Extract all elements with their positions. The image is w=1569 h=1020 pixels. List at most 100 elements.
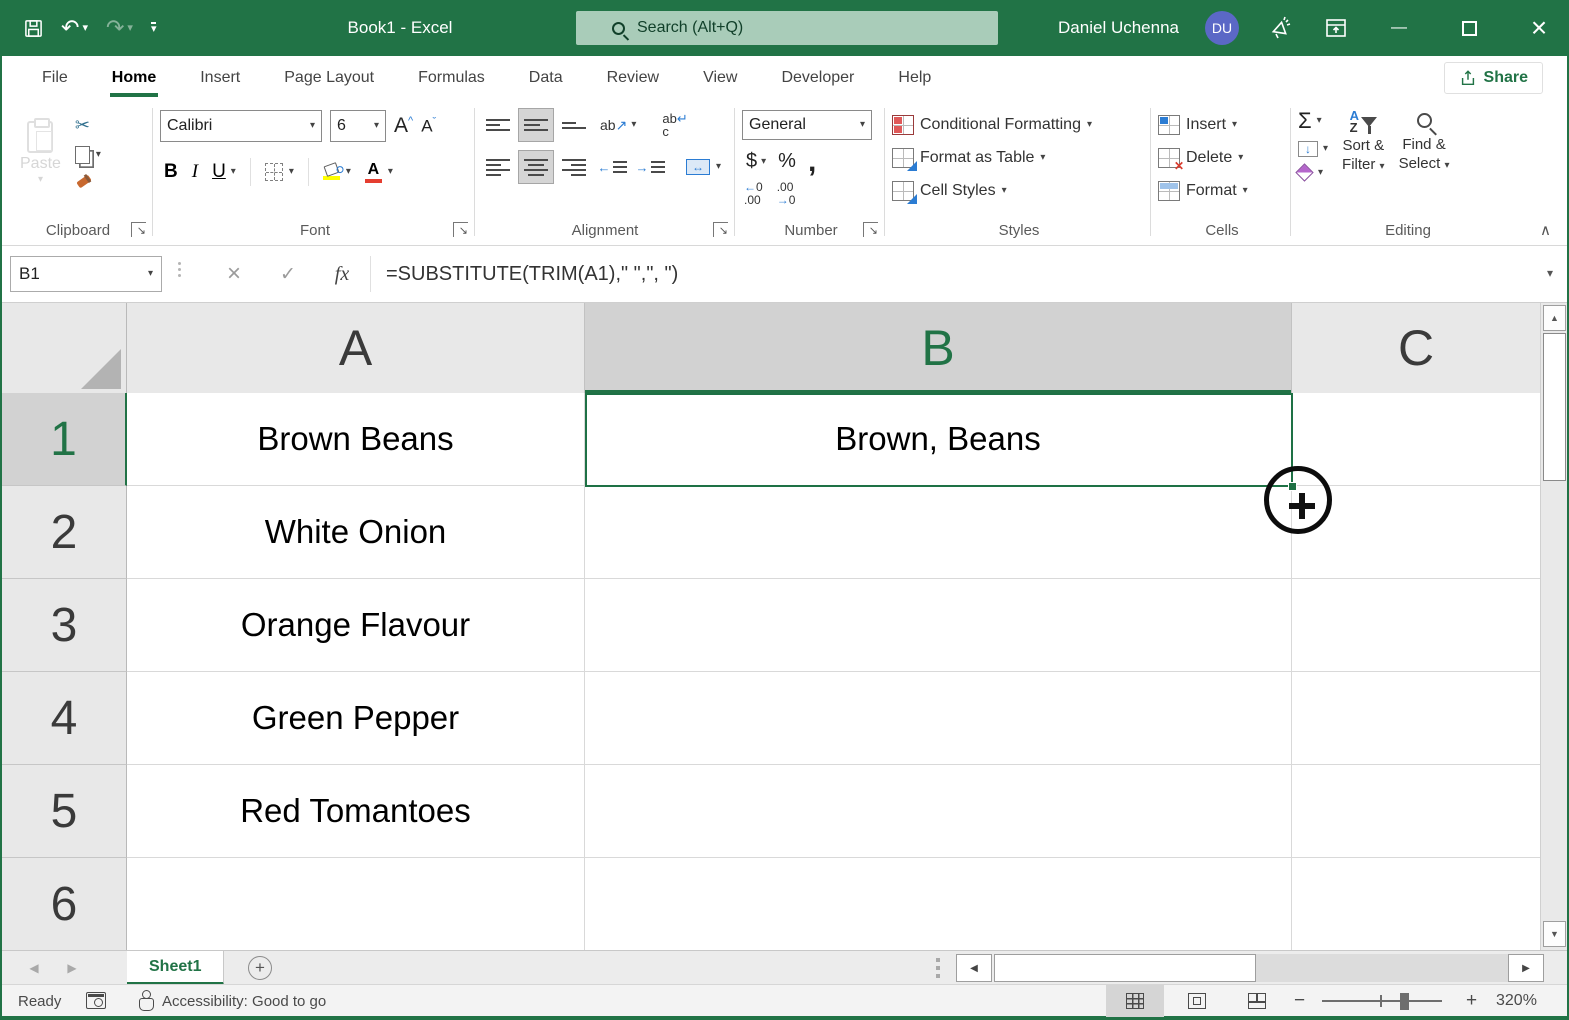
borders-button[interactable]: ▾ <box>265 163 294 181</box>
row-header-6[interactable]: 6 <box>2 858 127 950</box>
tab-file[interactable]: File <box>20 56 90 100</box>
fill-button[interactable]: ↓▾ <box>1298 141 1328 157</box>
font-dialog-launcher[interactable]: ↘ <box>453 222 468 237</box>
percent-style-button[interactable]: % <box>778 150 796 173</box>
underline-button[interactable]: U ▾ <box>212 161 236 183</box>
zoom-slider-thumb[interactable] <box>1400 993 1409 1010</box>
formula-bar-splitter[interactable] <box>178 262 181 277</box>
name-box[interactable]: B1 ▾ <box>10 256 162 292</box>
minimize-button[interactable]: — <box>1377 0 1421 56</box>
collapse-ribbon-button[interactable]: ∧ <box>1540 221 1551 239</box>
tab-help[interactable]: Help <box>876 56 953 100</box>
copy-button[interactable]: ▾ <box>75 146 101 164</box>
middle-align-button[interactable] <box>518 108 554 142</box>
tab-page-layout[interactable]: Page Layout <box>262 56 396 100</box>
close-button[interactable]: × <box>1517 0 1561 56</box>
sort-filter-button[interactable]: AZ Sort &Filter ▾ <box>1342 110 1385 175</box>
top-align-button[interactable] <box>480 108 516 142</box>
cell-C3[interactable] <box>1292 579 1540 672</box>
cell-A1[interactable]: Brown Beans <box>127 393 585 486</box>
feedback-button[interactable] <box>1265 0 1295 56</box>
macro-record-icon[interactable] <box>86 992 106 1009</box>
tab-developer[interactable]: Developer <box>759 56 876 100</box>
comma-style-button[interactable]: , <box>808 154 816 169</box>
next-sheet-button[interactable]: ▶ <box>54 951 90 985</box>
row-header-4[interactable]: 4 <box>2 672 127 765</box>
number-format-select[interactable]: General ▾ <box>742 110 872 140</box>
delete-cells-button[interactable]: Delete ▾ <box>1158 145 1286 171</box>
insert-function-button[interactable]: fx <box>320 256 364 292</box>
select-all-button[interactable] <box>2 303 127 393</box>
maximize-button[interactable] <box>1447 0 1491 56</box>
previous-sheet-button[interactable]: ◀ <box>16 951 52 985</box>
tab-review[interactable]: Review <box>585 56 681 100</box>
zoom-in-button[interactable]: + <box>1466 985 1477 1017</box>
cell-A2[interactable]: White Onion <box>127 486 585 579</box>
ribbon-display-options-button[interactable] <box>1321 0 1351 56</box>
increase-indent-button[interactable]: → <box>632 150 668 184</box>
format-as-table-button[interactable]: Format as Table ▾ <box>892 145 1146 171</box>
cell-B6[interactable] <box>585 858 1292 950</box>
row-header-1[interactable]: 1 <box>2 393 127 486</box>
cell-A3[interactable]: Orange Flavour <box>127 579 585 672</box>
tab-data[interactable]: Data <box>507 56 585 100</box>
cell-A6[interactable] <box>127 858 585 950</box>
search-box[interactable] <box>576 11 998 45</box>
tab-scroll-splitter[interactable] <box>936 958 940 978</box>
cell-C6[interactable] <box>1292 858 1540 950</box>
column-header-c[interactable]: C <box>1292 303 1540 393</box>
insert-cells-button[interactable]: Insert ▾ <box>1158 112 1286 138</box>
clear-button[interactable]: ▾ <box>1298 166 1328 179</box>
fill-color-button[interactable]: ▾ <box>323 164 351 180</box>
cell-C5[interactable] <box>1292 765 1540 858</box>
orientation-button[interactable]: ab↗ ▾ <box>600 117 636 134</box>
scroll-down-button[interactable]: ▼ <box>1543 921 1566 947</box>
increase-font-size-button[interactable]: A^ <box>394 114 413 138</box>
accessibility-status[interactable]: Accessibility: Good to go <box>162 985 326 1017</box>
row-header-2[interactable]: 2 <box>2 486 127 579</box>
share-button[interactable]: Share <box>1444 62 1543 94</box>
row-header-5[interactable]: 5 <box>2 765 127 858</box>
cell-A5[interactable]: Red Tomantoes <box>127 765 585 858</box>
find-select-button[interactable]: Find &Select ▾ <box>1399 110 1450 174</box>
cell-styles-button[interactable]: Cell Styles ▾ <box>892 178 1146 204</box>
avatar[interactable]: DU <box>1205 11 1239 45</box>
autosum-button[interactable]: Σ▾ <box>1298 110 1328 132</box>
zoom-slider-track[interactable] <box>1322 1000 1442 1002</box>
formula-input[interactable]: =SUBSTITUTE(TRIM(A1)," ",", ") <box>386 256 1516 292</box>
cell-C4[interactable] <box>1292 672 1540 765</box>
cell-B4[interactable] <box>585 672 1292 765</box>
accounting-format-button[interactable]: $▾ <box>746 150 766 173</box>
conditional-formatting-button[interactable]: Conditional Formatting ▾ <box>892 112 1146 138</box>
page-break-view-button[interactable] <box>1228 985 1286 1017</box>
column-header-b[interactable]: B <box>585 303 1292 393</box>
merge-center-button[interactable]: ↔ ▾ <box>686 159 721 175</box>
zoom-level[interactable]: 320% <box>1496 985 1537 1017</box>
search-input[interactable] <box>637 19 937 37</box>
cut-button[interactable]: ✂ <box>75 116 101 134</box>
scroll-left-button[interactable]: ◀ <box>956 954 992 982</box>
bold-button[interactable]: B <box>164 161 178 183</box>
wrap-text-button[interactable]: ab↵c <box>662 112 687 138</box>
cell-B2[interactable] <box>585 486 1292 579</box>
cell-B5[interactable] <box>585 765 1292 858</box>
sheet-tab-sheet1[interactable]: Sheet1 <box>127 951 224 985</box>
format-painter-button[interactable] <box>75 176 93 194</box>
expand-formula-bar-icon[interactable]: ▾ <box>1547 266 1553 280</box>
vertical-scroll-thumb[interactable] <box>1543 333 1566 481</box>
decrease-font-size-button[interactable]: Aˇ <box>421 116 436 137</box>
cell-A4[interactable]: Green Pepper <box>127 672 585 765</box>
increase-decimal-button[interactable]: ←0 .00 <box>744 181 763 206</box>
scroll-right-button[interactable]: ▶ <box>1508 954 1544 982</box>
row-header-3[interactable]: 3 <box>2 579 127 672</box>
vertical-scrollbar[interactable]: ▲ ▼ <box>1540 303 1567 950</box>
tab-insert[interactable]: Insert <box>178 56 262 100</box>
font-size-select[interactable]: 6 ▾ <box>330 110 386 142</box>
bottom-align-button[interactable] <box>556 108 592 142</box>
tab-formulas[interactable]: Formulas <box>396 56 507 100</box>
scroll-up-button[interactable]: ▲ <box>1543 305 1566 331</box>
clipboard-dialog-launcher[interactable]: ↘ <box>131 222 146 237</box>
align-left-button[interactable] <box>480 150 516 184</box>
font-color-button[interactable]: A ▾ <box>365 162 393 183</box>
zoom-out-button[interactable]: − <box>1294 985 1305 1017</box>
